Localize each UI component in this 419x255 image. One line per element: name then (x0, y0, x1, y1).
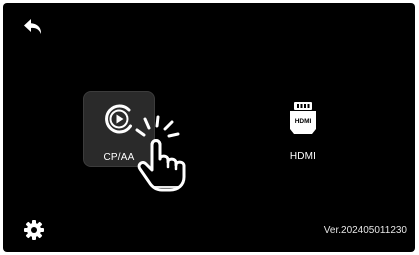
source-tile-cpaa[interactable]: CP/AA (83, 91, 155, 167)
source-label-cpaa: CP/AA (103, 152, 135, 163)
version-label: Ver.202405011230 (323, 225, 407, 236)
hdmi-connector-icon: HDMI (290, 102, 316, 134)
source-tile-hdmi[interactable]: HDMI HDMI (267, 91, 339, 167)
back-arrow-icon (24, 19, 42, 34)
carplay-play-icon (105, 104, 132, 134)
main-screen: CP/AA HDMI HDMI Ver.202405011230 (3, 3, 415, 252)
back-button[interactable] (22, 17, 46, 39)
settings-button[interactable] (23, 219, 45, 241)
source-label-hdmi: HDMI (289, 151, 317, 162)
svg-text:HDMI: HDMI (295, 118, 312, 125)
gear-icon (24, 220, 44, 240)
